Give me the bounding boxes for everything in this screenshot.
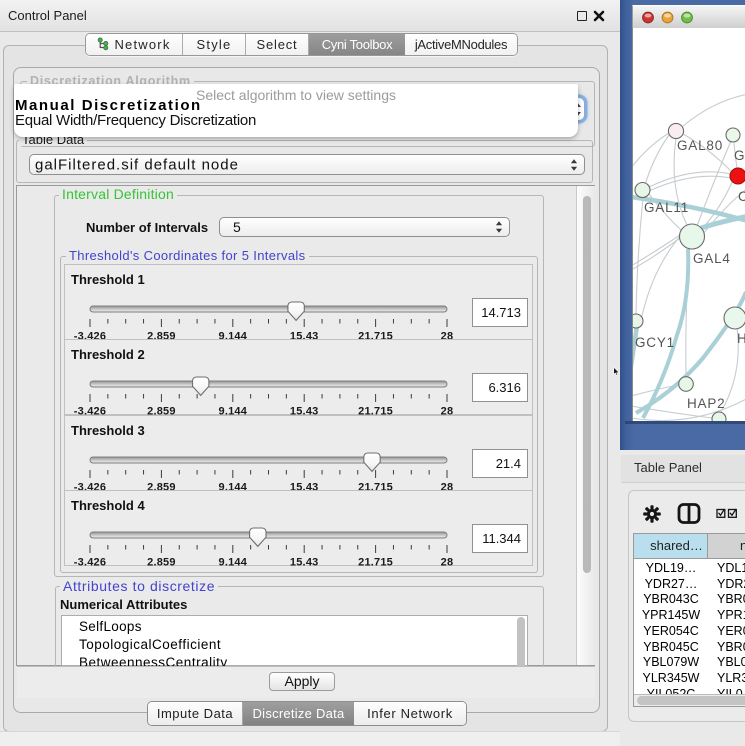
svg-text:28: 28	[441, 557, 454, 569]
svg-text:C: C	[738, 189, 745, 204]
svg-text:H: H	[737, 331, 745, 346]
svg-text:15.43: 15.43	[290, 557, 319, 569]
svg-text:2.859: 2.859	[147, 557, 176, 569]
svg-text:GCY1: GCY1	[635, 335, 675, 350]
svg-text:HAP2: HAP2	[687, 396, 725, 411]
svg-text:GAL11: GAL11	[644, 200, 689, 215]
svg-text:9.144: 9.144	[219, 557, 248, 569]
svg-text:GA: GA	[734, 148, 745, 163]
svg-text:21.715: 21.715	[358, 557, 393, 569]
svg-text:GAL80: GAL80	[677, 138, 723, 153]
svg-text:GAL4: GAL4	[693, 251, 731, 266]
svg-text:-3.426: -3.426	[74, 557, 106, 569]
